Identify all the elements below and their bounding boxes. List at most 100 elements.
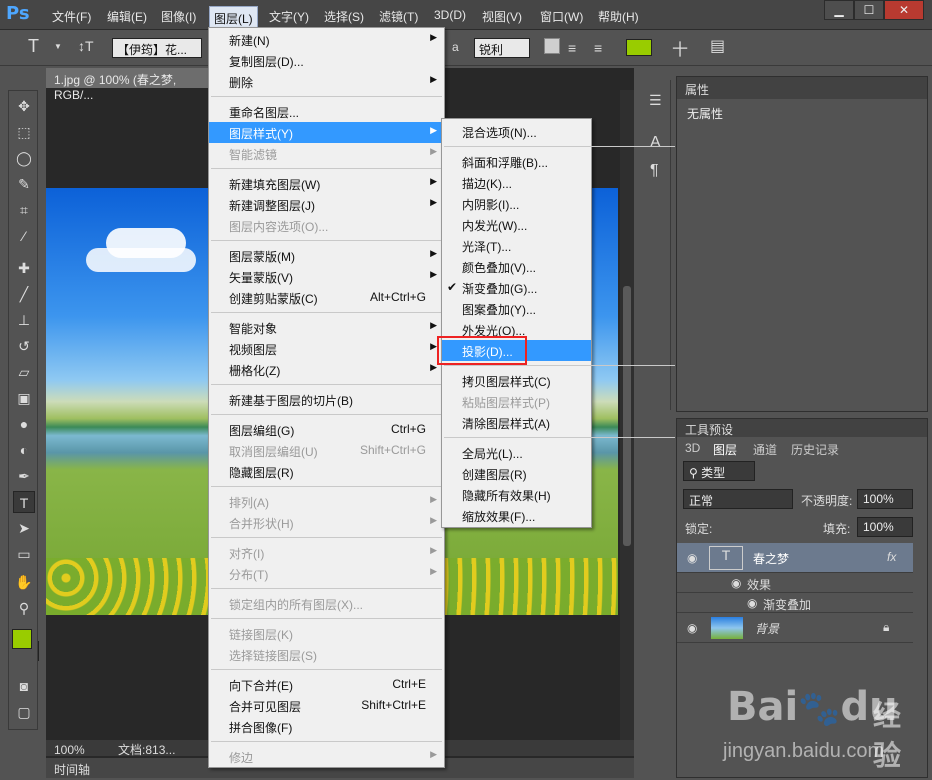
menu-item[interactable]: 栅格化(Z) ▶ bbox=[209, 359, 444, 380]
menu-item[interactable]: 新建填充图层(W) ▶ bbox=[209, 173, 444, 194]
menu-item[interactable]: 描边(K)... bbox=[442, 172, 591, 193]
menu-item[interactable]: 粘贴图层样式(P) bbox=[442, 391, 591, 412]
zoom-tool-icon[interactable]: ⚲ bbox=[13, 597, 35, 619]
menu-item[interactable]: 链接图层(K) bbox=[209, 623, 444, 644]
history-brush-icon[interactable]: ↺ bbox=[13, 335, 35, 357]
menu-item[interactable]: 创建剪贴蒙版(C) Alt+Ctrl+G bbox=[209, 287, 444, 308]
tab-layers[interactable]: 图层 bbox=[707, 439, 744, 457]
menu-item[interactable]: 内发光(W)... bbox=[442, 214, 591, 235]
layer-name[interactable]: 背景 bbox=[755, 620, 779, 637]
stamp-tool-icon[interactable]: ⊥ bbox=[13, 309, 35, 331]
menu-item[interactable]: 合并可见图层 Shift+Ctrl+E bbox=[209, 695, 444, 716]
align-left-icon[interactable] bbox=[544, 38, 560, 54]
properties-tab[interactable]: 属性 bbox=[677, 77, 927, 99]
menu-item[interactable]: 混合选项(N)... bbox=[442, 121, 591, 142]
menu-item[interactable]: 清除图层样式(A) bbox=[442, 412, 591, 433]
menu-item[interactable]: 智能滤镜 ▶ bbox=[209, 143, 444, 164]
menu-item[interactable]: 删除 ▶ bbox=[209, 71, 444, 92]
align-center-icon[interactable]: ≡ bbox=[568, 40, 576, 56]
menu-item[interactable]: 新建基于图层的切片(B) bbox=[209, 389, 444, 410]
effects-row[interactable]: ◉ 效果 bbox=[677, 573, 913, 593]
menu-file[interactable]: 文件(F) bbox=[52, 8, 91, 26]
crop-tool-icon[interactable]: ⌗ bbox=[13, 199, 35, 221]
path-select-icon[interactable]: ➤ bbox=[13, 517, 35, 539]
menu-item[interactable]: 创建图层(R) bbox=[442, 463, 591, 484]
scroll-thumb[interactable] bbox=[623, 286, 631, 546]
menu-layer[interactable]: 图层(L) bbox=[209, 6, 258, 28]
fill-input[interactable]: 100% bbox=[857, 517, 913, 537]
vertical-scrollbar[interactable] bbox=[620, 90, 634, 740]
close-button[interactable]: ✕ bbox=[884, 0, 924, 20]
move-tool-icon[interactable]: ✥ bbox=[13, 95, 35, 117]
layer-row-background[interactable]: ◉ 背景 🔒︎ bbox=[677, 613, 913, 643]
menu-image[interactable]: 图像(I) bbox=[161, 8, 196, 26]
blend-mode-select[interactable]: 正常 bbox=[683, 489, 793, 509]
menu-item[interactable]: 矢量蒙版(V) ▶ bbox=[209, 266, 444, 287]
menu-item[interactable]: 隐藏图层(R) bbox=[209, 461, 444, 482]
menu-item[interactable]: 修边 ▶ bbox=[209, 746, 444, 767]
tab-3d[interactable]: 3D bbox=[679, 439, 706, 457]
minimize-button[interactable]: ▁ bbox=[824, 0, 854, 20]
blur-tool-icon[interactable]: ● bbox=[13, 413, 35, 435]
menu-select[interactable]: 选择(S) bbox=[324, 8, 364, 26]
eye-icon[interactable]: ◉ bbox=[747, 596, 757, 610]
eye-icon[interactable]: ◉ bbox=[687, 621, 697, 635]
layer-filter-select[interactable]: ⚲ 类型 bbox=[683, 461, 755, 481]
warp-text-icon[interactable]: ⼗ bbox=[672, 36, 688, 60]
menu-item[interactable]: 缩放效果(F)... bbox=[442, 505, 591, 526]
menu-item[interactable]: 斜面和浮雕(B)... bbox=[442, 151, 591, 172]
text-color-swatch[interactable] bbox=[626, 39, 652, 56]
menu-item[interactable]: 新建调整图层(J) ▶ bbox=[209, 194, 444, 215]
eraser-tool-icon[interactable]: ▱ bbox=[13, 361, 35, 383]
menu-item[interactable]: 隐藏所有效果(H) bbox=[442, 484, 591, 505]
menu-item[interactable]: 选择链接图层(S) bbox=[209, 644, 444, 665]
menu-item[interactable]: 向下合并(E) Ctrl+E bbox=[209, 674, 444, 695]
menu-item[interactable]: 重命名图层... bbox=[209, 101, 444, 122]
doc-size-info[interactable]: 文档:813... bbox=[118, 743, 175, 757]
menu-item[interactable]: 内阴影(I)... bbox=[442, 193, 591, 214]
font-family-select[interactable]: 【伊筠】花... bbox=[112, 38, 202, 58]
document-tab[interactable]: 1.jpg @ 100% (春之梦, RGB/... bbox=[46, 68, 211, 102]
tab-history[interactable]: 历史记录 bbox=[785, 439, 845, 457]
layer-row-text[interactable]: ◉ T 春之梦 fx bbox=[677, 543, 913, 573]
tool-presets-tab[interactable]: 工具预设 bbox=[677, 419, 927, 437]
paragraph-panel-icon[interactable]: ¶ bbox=[650, 162, 659, 180]
pen-tool-icon[interactable]: ✒ bbox=[13, 465, 35, 487]
menu-item[interactable]: 颜色叠加(V)... bbox=[442, 256, 591, 277]
menu-3d[interactable]: 3D(D) bbox=[434, 8, 466, 26]
menu-item[interactable]: 新建(N) ▶ bbox=[209, 29, 444, 50]
menu-help[interactable]: 帮助(H) bbox=[598, 8, 639, 26]
menu-item[interactable]: 锁定组内的所有图层(X)... bbox=[209, 593, 444, 614]
menu-item[interactable]: 取消图层编组(U) Shift+Ctrl+G bbox=[209, 440, 444, 461]
menu-filter[interactable]: 滤镜(T) bbox=[379, 8, 418, 26]
history-panel-icon[interactable]: ☰ bbox=[649, 92, 662, 109]
menu-item[interactable]: 图层蒙版(M) ▶ bbox=[209, 245, 444, 266]
tab-channels[interactable]: 通道 bbox=[747, 439, 783, 457]
healing-tool-icon[interactable]: ✚ bbox=[13, 257, 35, 279]
zoom-level[interactable]: 100% bbox=[54, 743, 85, 757]
eye-icon[interactable]: ◉ bbox=[687, 551, 697, 565]
eyedropper-tool-icon[interactable]: ⁄ bbox=[13, 225, 35, 247]
dodge-tool-icon[interactable]: ◐ bbox=[13, 439, 35, 461]
opacity-input[interactable]: 100% bbox=[857, 489, 913, 509]
menu-item[interactable]: 视频图层 ▶ bbox=[209, 338, 444, 359]
foreground-color-swatch[interactable] bbox=[12, 629, 32, 649]
align-right-icon[interactable]: ≡ bbox=[594, 40, 602, 56]
menu-item[interactable]: 图层样式(Y) ▶ bbox=[209, 122, 444, 143]
brush-tool-icon[interactable]: ╱ bbox=[13, 283, 35, 305]
menu-item[interactable]: 排列(A) ▶ bbox=[209, 491, 444, 512]
menu-edit[interactable]: 编辑(E) bbox=[107, 8, 147, 26]
layer-name[interactable]: 春之梦 bbox=[753, 550, 789, 567]
menu-item[interactable]: 合并形状(H) ▶ bbox=[209, 512, 444, 533]
menu-type[interactable]: 文字(Y) bbox=[269, 8, 309, 26]
menu-item[interactable]: 复制图层(D)... bbox=[209, 50, 444, 71]
menu-view[interactable]: 视图(V) bbox=[482, 8, 522, 26]
character-panel-icon[interactable]: A bbox=[650, 134, 661, 152]
panels-icon[interactable]: ▤ bbox=[710, 36, 725, 56]
menu-item[interactable]: 拷贝图层样式(C) bbox=[442, 370, 591, 391]
menu-item[interactable]: 图案叠加(Y)... bbox=[442, 298, 591, 319]
menu-window[interactable]: 窗口(W) bbox=[540, 8, 583, 26]
menu-item[interactable]: 全局光(L)... bbox=[442, 442, 591, 463]
menu-item[interactable]: 渐变叠加(G)... ✔ bbox=[442, 277, 591, 298]
menu-item[interactable]: 图层编组(G) Ctrl+G bbox=[209, 419, 444, 440]
